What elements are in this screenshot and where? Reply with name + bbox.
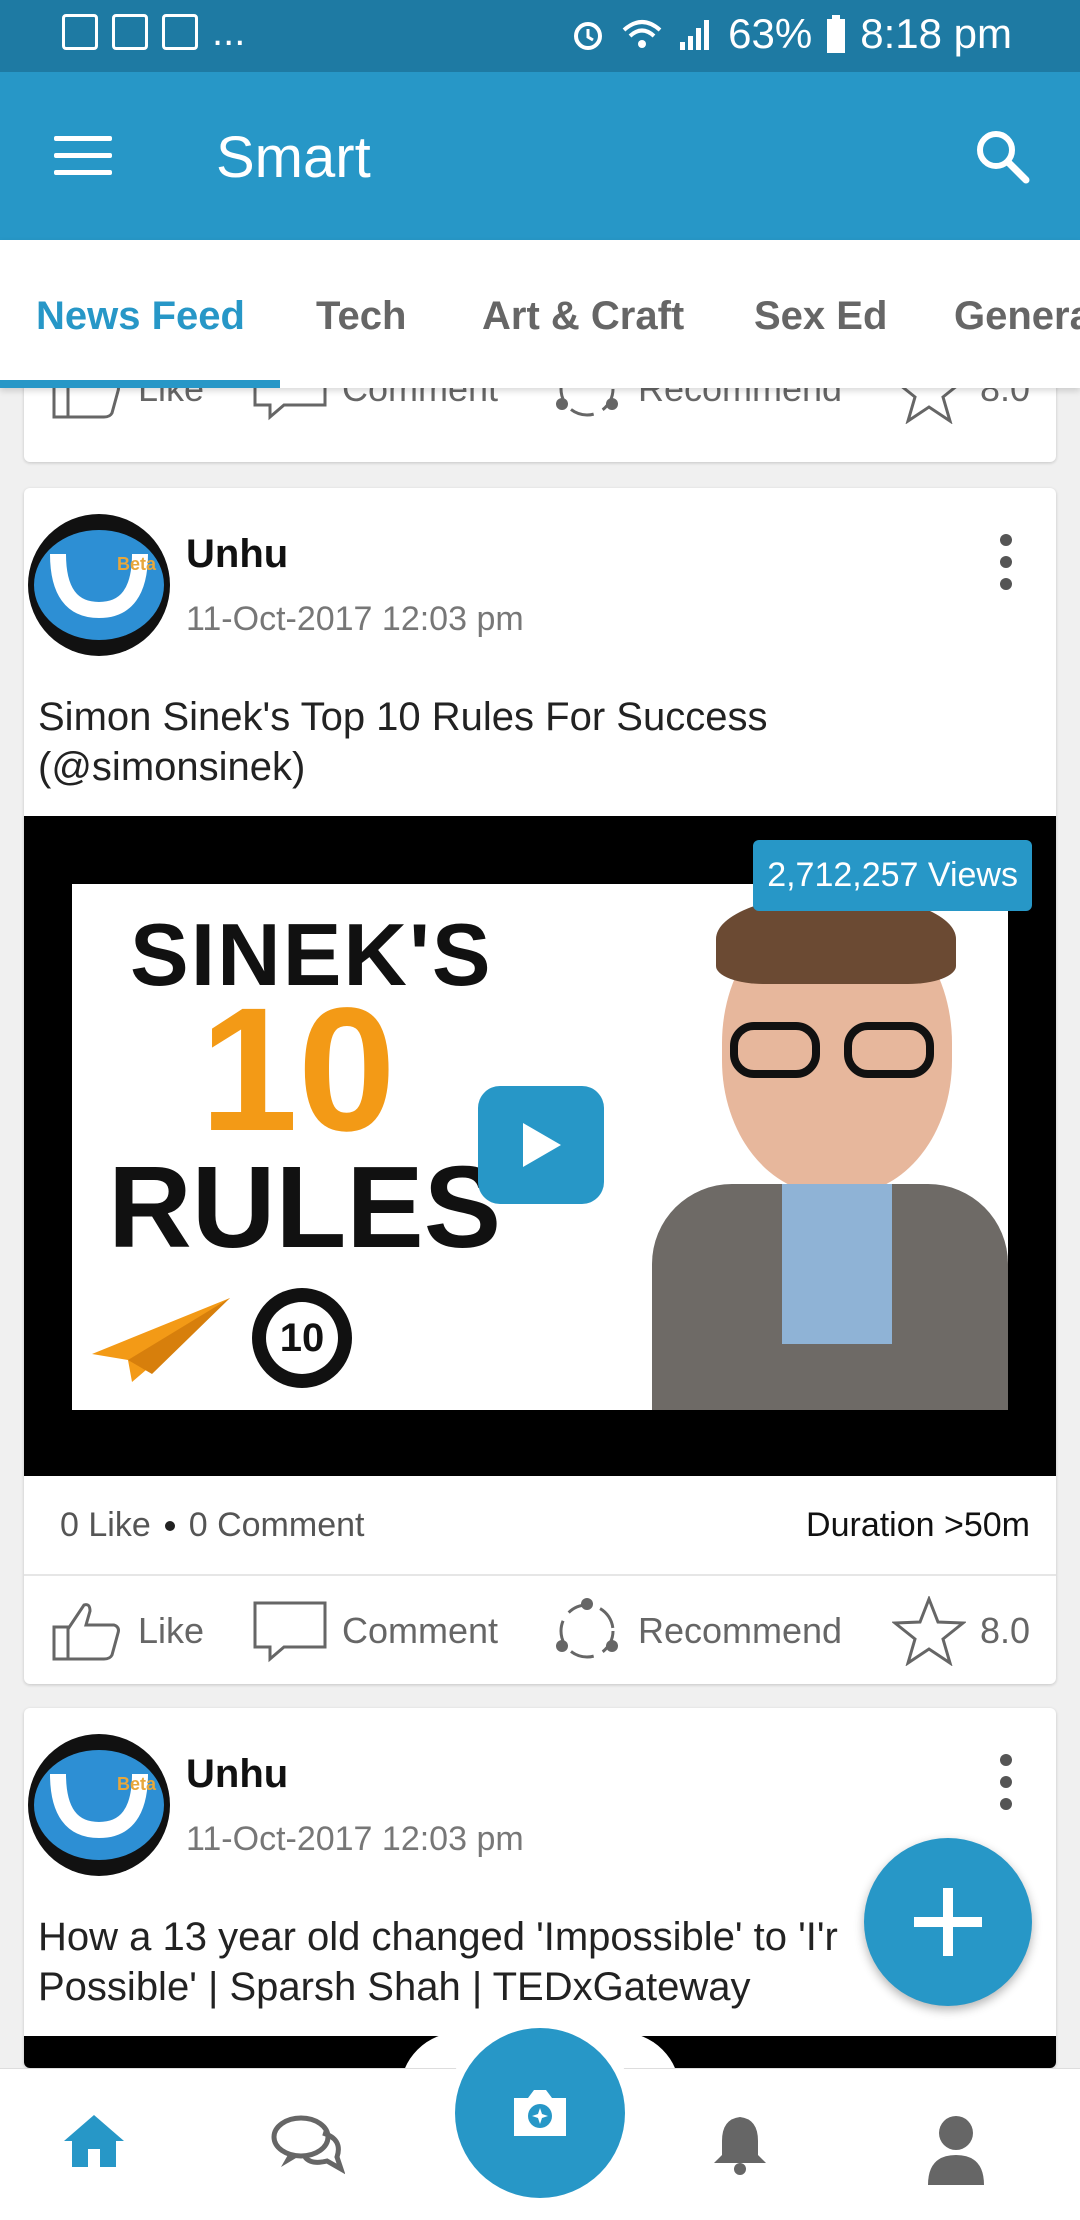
profile-icon — [928, 2116, 984, 2185]
avatar[interactable]: Beta — [28, 514, 170, 656]
play-icon — [523, 1123, 561, 1167]
menu-icon[interactable] — [54, 136, 112, 176]
thumbnail-text: RULES — [108, 1142, 502, 1272]
video-player[interactable]: SINEK'S 10 RULES 10 2,712,257 Views — [24, 816, 1056, 1476]
thumbs-up-icon — [52, 1603, 120, 1661]
rating-value: 8.0 — [980, 1610, 1031, 1651]
nav-profile[interactable] — [916, 2113, 996, 2185]
tab-news-feed[interactable]: News Feed — [36, 294, 245, 339]
post-title[interactable]: Simon Sinek's Top 10 Rules For Success (… — [38, 692, 1038, 792]
avatar-badge: Beta — [116, 554, 156, 574]
views-badge: 2,712,257 Views — [753, 840, 1032, 911]
mail-notification-icon — [112, 14, 148, 50]
avatar-badge: Beta — [116, 1774, 156, 1794]
duration: Duration >50m — [806, 1506, 1030, 1544]
recommend-label: Recommend — [638, 1610, 843, 1651]
home-icon — [64, 2115, 124, 2167]
signal-icon — [680, 20, 710, 50]
like-label: Like — [138, 1610, 205, 1651]
avatar[interactable]: Beta — [28, 1734, 170, 1876]
comment-count[interactable]: 0 Comment — [189, 1506, 365, 1545]
paper-plane-icon — [92, 1298, 230, 1382]
more-options-icon[interactable] — [1000, 1754, 1012, 1810]
camera-button[interactable] — [455, 2028, 625, 2198]
alarm-icon — [574, 22, 603, 50]
chat-icon — [271, 2115, 345, 2175]
tab-general[interactable]: Genera — [954, 294, 1080, 339]
bell-icon — [714, 2117, 766, 2175]
thumbnail-text: 10 — [200, 972, 396, 1168]
tab-tech[interactable]: Tech — [316, 294, 406, 339]
wifi-icon — [622, 20, 662, 48]
gear-badge-icon: 10 — [252, 1288, 352, 1388]
author-name[interactable]: Unhu — [186, 1752, 288, 1797]
camera-icon — [514, 2090, 566, 2136]
more-notifications: ... — [212, 10, 246, 54]
app-title: Smart — [216, 125, 371, 190]
post-title-line: (@simonsinek) — [38, 745, 306, 789]
tab-sex-ed[interactable]: Sex Ed — [754, 294, 887, 339]
status-bar: ... 63% 8:18 pm — [0, 0, 1080, 72]
search-icon[interactable] — [970, 124, 1034, 188]
mail-notification-icon — [162, 14, 198, 50]
post-stats: 0 Like 0 Comment Duration >50m — [24, 1476, 1056, 1576]
gallery-notification-icon — [62, 14, 98, 50]
nav-notifications[interactable] — [700, 2113, 780, 2183]
like-button[interactable]: Like — [50, 1576, 204, 1684]
clock: 8:18 pm — [860, 10, 1012, 57]
separator-dot — [164, 1520, 175, 1531]
more-options-icon[interactable] — [1000, 534, 1012, 590]
author-name[interactable]: Unhu — [186, 532, 288, 577]
play-button[interactable] — [478, 1086, 604, 1204]
post-title-line: Simon Sinek's Top 10 Rules For Success — [38, 695, 768, 739]
presenter-photo — [612, 884, 1008, 1410]
tab-art-craft[interactable]: Art & Craft — [482, 294, 684, 339]
add-post-button[interactable] — [864, 1838, 1032, 2006]
recommend-button[interactable]: Recommend — [550, 1576, 842, 1684]
post-date: 11-Oct-2017 12:03 pm — [186, 1820, 524, 1858]
like-count[interactable]: 0 Like — [60, 1506, 151, 1545]
comment-label: Comment — [342, 1610, 499, 1651]
post-date: 11-Oct-2017 12:03 pm — [186, 600, 524, 638]
post-card: Beta Unhu 11-Oct-2017 12:03 pm Simon Sin… — [24, 488, 1056, 1684]
comment-button[interactable]: Comment — [252, 1576, 498, 1684]
plus-icon — [914, 1888, 982, 1956]
gear-badge-number: 10 — [266, 1302, 338, 1374]
battery-percent: 63% — [728, 10, 813, 57]
comment-icon — [253, 1601, 327, 1663]
category-tabs: News Feed Tech Art & Craft Sex Ed Genera — [0, 240, 1080, 388]
nav-chat[interactable] — [268, 2113, 348, 2183]
recommend-icon — [556, 1598, 618, 1659]
battery-icon — [827, 15, 846, 53]
app-bar: Smart — [0, 72, 1080, 240]
nav-home[interactable] — [54, 2113, 134, 2183]
rating-button[interactable]: 8.0 — [892, 1576, 1030, 1684]
active-tab-indicator — [0, 380, 280, 388]
post-actions: Like Comment Recommend 8.0 — [24, 1576, 1056, 1684]
star-icon — [892, 1596, 966, 1666]
